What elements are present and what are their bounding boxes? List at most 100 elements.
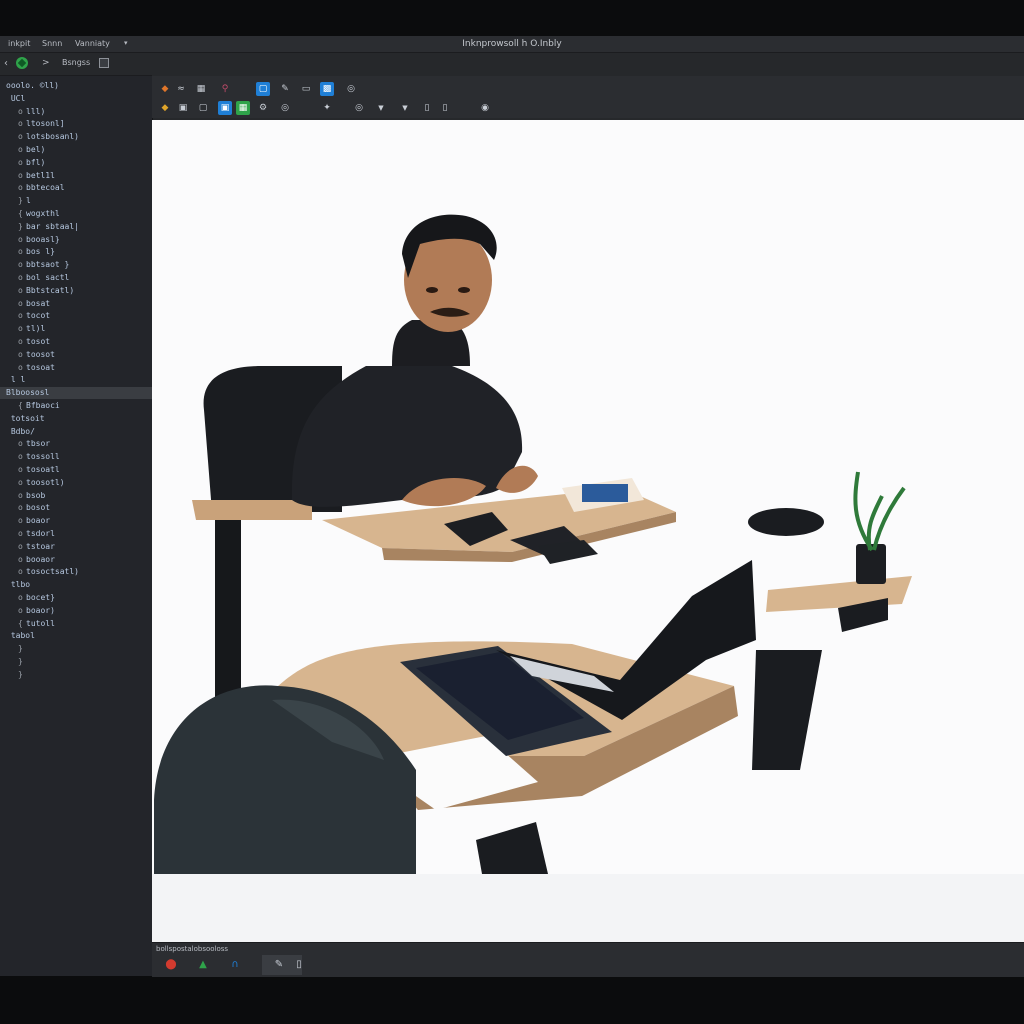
tree-row[interactable]: o bosot	[0, 502, 152, 514]
tb2-target-icon[interactable]: ◎	[352, 101, 366, 115]
tree-row[interactable]: }	[0, 643, 152, 655]
tree-row[interactable]: o tosoctsatl)	[0, 566, 152, 578]
tree-row[interactable]: o lotsbosanl)	[0, 131, 152, 143]
tree-row[interactable]: o tosot	[0, 336, 152, 348]
tree-row[interactable]: o bbtsaot }	[0, 259, 152, 271]
tree-row[interactable]: o tosoat	[0, 362, 152, 374]
tree-bullet: }	[18, 221, 23, 231]
record-icon[interactable]: ⬤	[164, 957, 178, 971]
tb-grid-icon[interactable]: ▦	[194, 82, 208, 96]
play-icon[interactable]: ▲	[196, 957, 210, 971]
arrow-icon[interactable]: >	[42, 58, 50, 68]
viewport-canvas[interactable]	[152, 120, 1024, 942]
tb-wave-icon[interactable]: ≈	[174, 82, 188, 96]
tree-bullet: }	[18, 657, 23, 666]
tree-row[interactable]: tabol	[0, 630, 152, 642]
back-icon[interactable]: ‹	[4, 58, 8, 69]
tb2-green-icon[interactable]: ▦	[236, 101, 250, 115]
person	[292, 214, 538, 507]
tree-row[interactable]: o bocet}	[0, 592, 152, 604]
tree-row[interactable]: o bol sactl	[0, 272, 152, 284]
tb-orange-icon[interactable]: ◆	[158, 82, 172, 96]
tree-row[interactable]: {tutoll	[0, 618, 152, 630]
tb2-dropdown-icon[interactable]: ▼	[374, 101, 388, 115]
tb2-orange-icon[interactable]: ◆	[158, 101, 172, 115]
tb2-blue-icon[interactable]: ▣	[218, 101, 232, 115]
secondary-toolbar: ‹ > Bsngss	[0, 53, 152, 76]
tree-bullet: }	[18, 669, 23, 679]
tree-row[interactable]: o tstoar	[0, 541, 152, 553]
tree-row[interactable]: o tsdorl	[0, 528, 152, 540]
run-icon[interactable]	[16, 57, 28, 69]
tb-blue2-icon[interactable]: ▩	[320, 82, 334, 96]
tb-rect-icon[interactable]: ▭	[298, 82, 314, 96]
tree-row[interactable]: o booasl}	[0, 234, 152, 246]
tree-row[interactable]: {wogxthl	[0, 208, 152, 220]
tree-row[interactable]: o bbtecoal	[0, 182, 152, 194]
tree-row[interactable]: o tossoll	[0, 451, 152, 463]
tree-row[interactable]: UCl	[0, 93, 152, 105]
tree-row[interactable]: o bos l}	[0, 246, 152, 258]
tb2-square-icon[interactable]: ▢	[196, 101, 210, 115]
tb-pin-icon[interactable]: ⚲	[218, 82, 232, 96]
wave-icon[interactable]: ∩	[228, 957, 242, 971]
project-tree-sidebar[interactable]: ooolo. ©ll) UCl o lll) o ltosonl] o lotsbosanl…	[0, 76, 153, 976]
tb2-circle-icon[interactable]: ◎	[278, 101, 292, 115]
tree-row[interactable]: o booaor	[0, 554, 152, 566]
tree-row[interactable]: } bar sbtaal|	[0, 221, 152, 233]
tree-row[interactable]: Blboososl	[0, 387, 152, 400]
tree-row[interactable]: o bsob	[0, 490, 152, 502]
tree-row[interactable]: o tl)l	[0, 323, 152, 335]
tb2-gear-icon[interactable]: ⚙	[256, 101, 270, 115]
workspace-label[interactable]: Bsngss	[62, 58, 90, 67]
tree-row[interactable]: o tosoatl	[0, 464, 152, 476]
tree-bullet: o	[18, 452, 23, 462]
tb-pen-icon[interactable]: ✎	[278, 82, 292, 96]
menu-item-3[interactable]: Vanniaty	[75, 39, 110, 48]
tree-label: tstoar	[26, 541, 55, 551]
tree-label: l l	[6, 375, 26, 385]
tree-row[interactable]: Bdbo/	[0, 426, 152, 438]
tb2-file-icon[interactable]: ▯	[420, 101, 434, 115]
tree-row[interactable]: o lll)	[0, 106, 152, 118]
tree-row[interactable]: o bosat	[0, 298, 152, 310]
tree-label: boaor)	[26, 605, 55, 615]
brush-icon[interactable]: ✎	[272, 957, 286, 971]
status-bar: bollspostalobsooloss ⬤ ▲ ∩ ✎ ▯	[152, 942, 1024, 977]
tree-row[interactable]: {Bfbaoci	[0, 400, 152, 412]
tree-row[interactable]: o betl1l	[0, 170, 152, 182]
tree-row[interactable]: o ltosonl]	[0, 118, 152, 130]
tree-row[interactable]: o toosot	[0, 349, 152, 361]
panel-toggle-icon[interactable]	[99, 58, 109, 68]
tree-row[interactable]: o Bbtstcatl)	[0, 285, 152, 297]
tb-blue-icon[interactable]: ▢	[256, 82, 270, 96]
tree-row[interactable]: tlbo	[0, 579, 152, 591]
tree-row[interactable]: totsoit	[0, 413, 152, 425]
tree-row[interactable]: }	[0, 669, 152, 681]
tree-row[interactable]: o toosotl)	[0, 477, 152, 489]
tree-row[interactable]: l l	[0, 374, 152, 386]
menu-item-2[interactable]: Snnn	[42, 39, 62, 48]
tree-row[interactable]: o boaor)	[0, 605, 152, 617]
tree-row[interactable]: o tocot	[0, 310, 152, 322]
menu-item-file[interactable]: inkpit	[8, 39, 30, 48]
tb-circle-icon[interactable]: ◎	[344, 82, 358, 96]
tree-bullet: o	[18, 234, 23, 244]
tree-row[interactable]: o bfl)	[0, 157, 152, 169]
tb2-box-icon[interactable]: ▣	[176, 101, 190, 115]
tree-row[interactable]: o bel)	[0, 144, 152, 156]
tree-bullet: o	[18, 324, 23, 334]
tb2-dropdown2-icon[interactable]: ▼	[398, 101, 412, 115]
tb2-file2-icon[interactable]: ▯	[438, 101, 452, 115]
tree-row[interactable]: o tbsor	[0, 438, 152, 450]
tree-row[interactable]: ooolo. ©ll)	[0, 80, 152, 92]
tree-label: tutoll	[26, 618, 55, 628]
tree-row[interactable]: }	[0, 656, 152, 668]
document-icon[interactable]: ▯	[292, 957, 306, 971]
tb2-globe-icon[interactable]: ◉	[478, 101, 492, 115]
menu-dropdown-icon[interactable]: ▾	[124, 39, 128, 47]
tb2-star-icon[interactable]: ✦	[320, 101, 334, 115]
tree-row[interactable]: o boaor	[0, 515, 152, 527]
tree-row[interactable]: } l	[0, 195, 152, 207]
tree-label: bosat	[26, 298, 51, 308]
